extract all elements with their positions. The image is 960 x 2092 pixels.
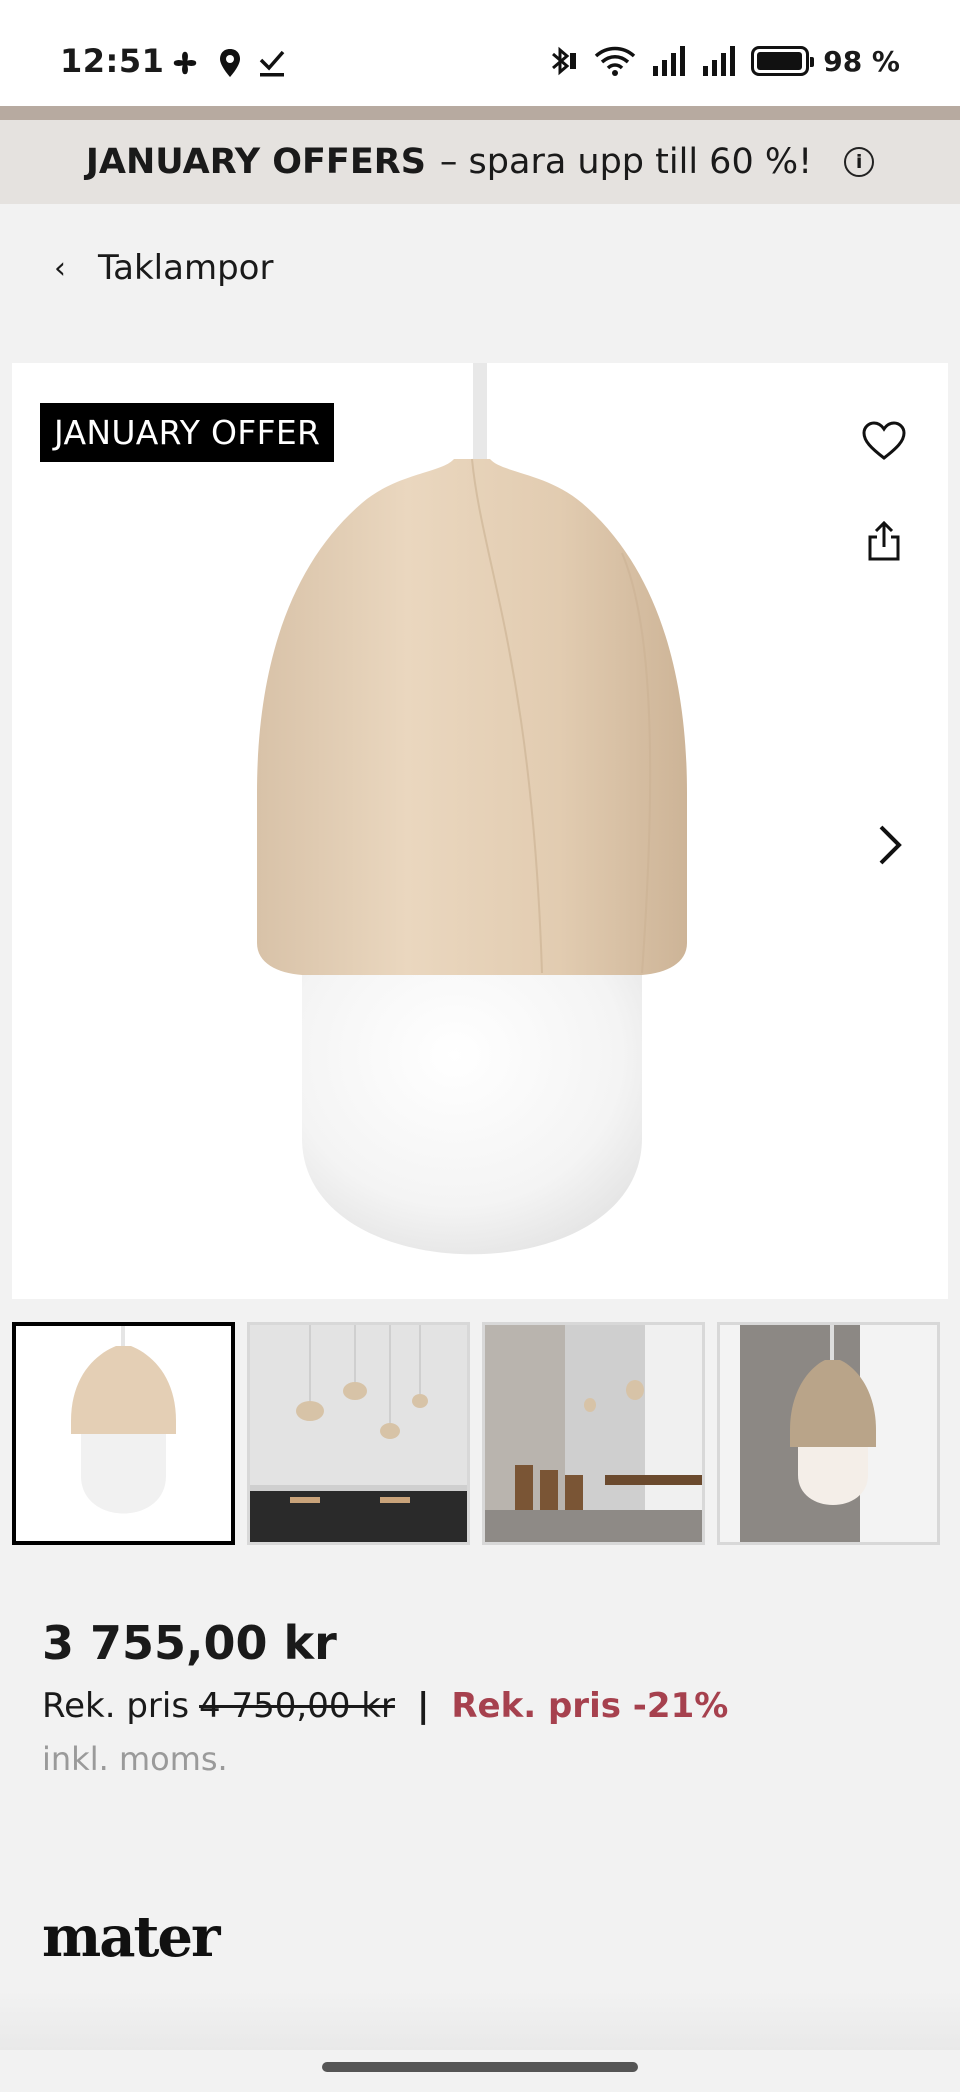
chevron-right-icon[interactable] xyxy=(862,797,918,893)
product-price: 3 755,00 kr xyxy=(42,1616,337,1670)
battery-text: 98 % xyxy=(823,44,900,78)
promo-banner[interactable]: JANUARY OFFERS – spara upp till 60 %! i xyxy=(0,120,960,204)
thumbnail-3[interactable] xyxy=(482,1322,705,1545)
price-separator: | xyxy=(416,1686,430,1726)
rek-old-price: 4 750,00 kr xyxy=(199,1686,395,1726)
signal-icon xyxy=(703,46,736,76)
promo-text: – spara upp till 60 %! xyxy=(439,142,813,182)
breadcrumb[interactable]: ‹ Taklampor xyxy=(48,248,273,288)
status-time: 12:51 xyxy=(60,42,165,80)
bluetooth-icon xyxy=(552,46,577,76)
heart-icon[interactable] xyxy=(856,413,912,469)
home-indicator[interactable] xyxy=(322,2062,638,2072)
footer-fade xyxy=(0,1990,960,2050)
lamp-illustration xyxy=(257,363,687,1255)
brand-logo[interactable]: mater xyxy=(42,1904,221,1970)
thumbnail-1[interactable] xyxy=(12,1322,235,1545)
wifi-icon xyxy=(595,46,636,76)
recommended-price-row: Rek. pris 4 750,00 kr | Rek. pris -21% xyxy=(42,1686,728,1726)
thumbnail-4[interactable] xyxy=(717,1322,940,1545)
breadcrumb-label[interactable]: Taklampor xyxy=(98,248,273,288)
rek-label: Rek. pris xyxy=(42,1686,190,1726)
location-icon xyxy=(220,49,240,77)
top-divider xyxy=(0,106,960,120)
check-icon xyxy=(259,50,285,77)
info-icon[interactable]: i xyxy=(844,147,875,177)
discount-label: Rek. pris -21% xyxy=(451,1686,729,1726)
signal-icon xyxy=(653,46,686,76)
status-icons-left xyxy=(168,46,286,80)
thumbnail-strip xyxy=(12,1322,942,1545)
status-bar: 12:51 98 % xyxy=(0,0,960,106)
vat-note: inkl. moms. xyxy=(42,1740,228,1778)
chevron-left-icon[interactable]: ‹ xyxy=(48,251,72,286)
offer-badge: JANUARY OFFER xyxy=(40,403,335,462)
battery-icon xyxy=(751,46,815,76)
fan-icon xyxy=(173,51,197,75)
thumbnail-2[interactable] xyxy=(247,1322,470,1545)
product-image[interactable]: JANUARY OFFER xyxy=(12,363,948,1299)
status-icons-right: 98 % xyxy=(545,44,900,78)
battery-level xyxy=(757,52,803,70)
promo-title: JANUARY OFFERS xyxy=(85,142,426,182)
share-icon[interactable] xyxy=(856,513,912,569)
